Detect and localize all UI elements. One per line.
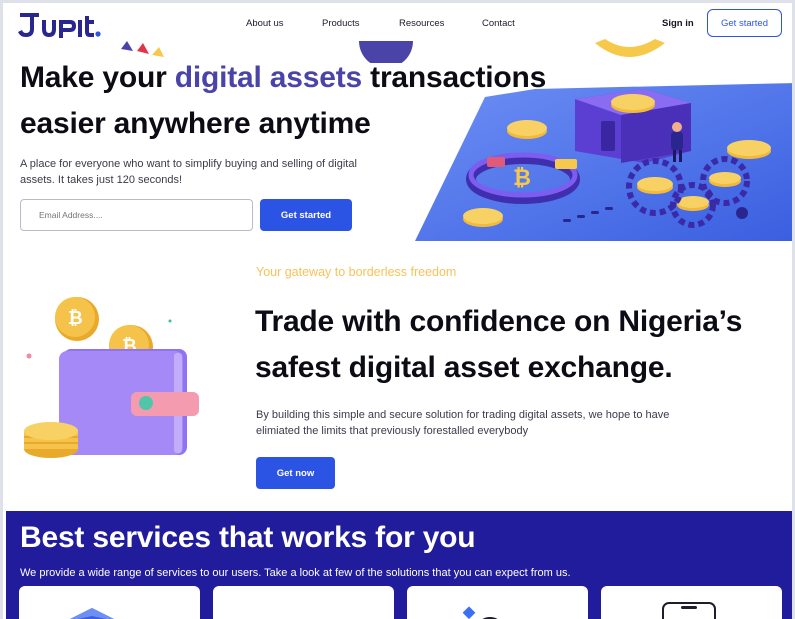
jupit-logo[interactable] [17,8,101,38]
services-subtitle: We provide a wide range of services to o… [20,567,571,579]
hero-title-accent: digital assets [174,61,363,94]
get-now-button[interactable]: Get now [256,457,335,489]
nav-about-us[interactable]: About us [246,18,284,29]
svg-text:₿: ₿ [513,166,531,191]
service-card[interactable] [601,586,782,619]
svg-text:₿: ₿ [68,308,83,329]
service-card[interactable] [19,586,200,619]
email-input[interactable] [20,199,253,231]
trade-title: Trade with confidence on Nigeria’s safes… [255,305,743,384]
trade-description: By building this simple and secure solut… [256,409,670,437]
service-card[interactable] [213,586,394,619]
service-card[interactable] [407,586,588,619]
sign-in-link[interactable]: Sign in [662,18,694,29]
nav-products[interactable]: Products [322,18,360,29]
device-card-icon [213,586,394,619]
wallet-illustration-icon: ₿ ₿ [24,297,199,458]
phone-card-icon [662,602,716,619]
decorative-shapes-icon [121,39,665,63]
hero-get-started-button[interactable]: Get started [260,199,352,231]
hero-subtitle: A place for everyone who want to simplif… [20,158,357,186]
hero-title-part1: Make your [20,61,175,94]
exchange-card-icon [462,606,498,619]
services-section: Best services that works for you We prov… [6,511,792,619]
nav-contact[interactable]: Contact [482,18,515,29]
nav-resources[interactable]: Resources [399,18,444,29]
shield-card-icon [70,608,114,619]
nav-get-started-button[interactable]: Get started [707,9,782,37]
services-title: Best services that works for you [20,521,476,554]
trade-eyebrow: Your gateway to borderless freedom [256,265,457,279]
page-frame: About us Products Resources Contact Sign… [0,0,795,619]
crypto-safe-illustration-icon: ₿ [415,83,792,241]
